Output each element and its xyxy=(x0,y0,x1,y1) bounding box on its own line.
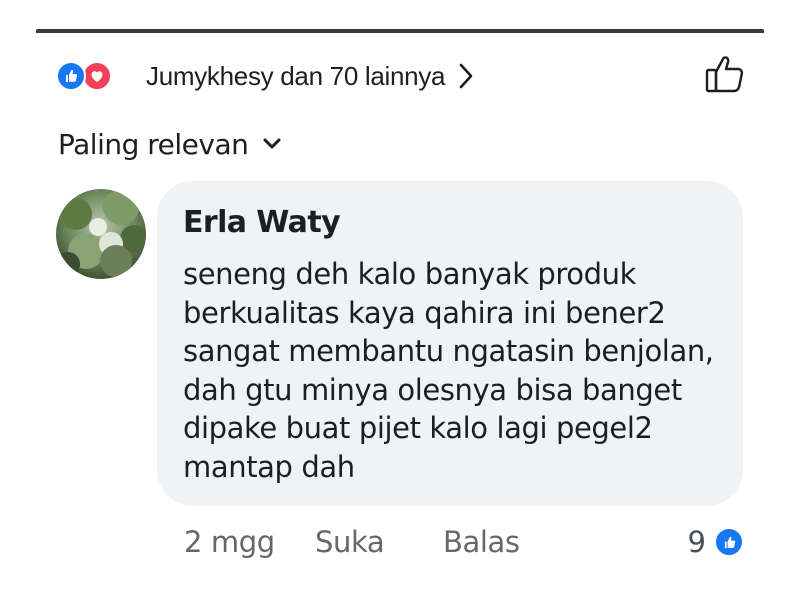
top-divider xyxy=(36,29,764,33)
like-reaction-icon xyxy=(714,527,744,557)
sort-dropdown[interactable]: Paling relevan xyxy=(58,124,282,164)
comment-line: mantap dah xyxy=(183,449,355,484)
reactions-summary-bar[interactable]: Jumykhesy dan 70 lainnya xyxy=(56,52,746,100)
like-button[interactable]: Suka xyxy=(315,525,443,559)
comment-bubble: Erla Waty seneng deh kalo banyak produk … xyxy=(157,181,743,506)
comment-line: berkualitas kaya qahira ini bener2 xyxy=(183,295,666,330)
reactors-label[interactable]: Jumykhesy dan 70 lainnya xyxy=(146,61,446,92)
comment-author[interactable]: Erla Waty xyxy=(183,203,719,243)
comment-reaction-count[interactable]: 9 xyxy=(688,520,744,564)
reaction-count-number: 9 xyxy=(687,525,706,559)
reply-button[interactable]: Balas xyxy=(443,525,520,559)
comment-actions: 2 mgg Suka Balas 9 xyxy=(184,520,744,564)
comment-line: dah gtu minya olesnya bisa banget xyxy=(183,372,682,407)
comment-line: sangat membantu ngatasin benjolan, xyxy=(183,334,714,369)
comment-text: seneng deh kalo banyak produk berkualita… xyxy=(183,255,719,487)
like-outline-icon[interactable] xyxy=(704,54,746,101)
like-reaction-icon xyxy=(56,61,86,91)
sort-label[interactable]: Paling relevan xyxy=(58,128,249,161)
chevron-right-icon[interactable] xyxy=(457,62,475,90)
avatar[interactable] xyxy=(56,189,146,279)
comment-screen: Jumykhesy dan 70 lainnya Paling relevan xyxy=(0,0,800,610)
comment-timestamp[interactable]: 2 mgg xyxy=(184,525,315,559)
chevron-down-icon[interactable] xyxy=(262,137,282,151)
comment-line: dipake buat pijet kalo lagi pegel2 xyxy=(183,411,653,446)
love-reaction-icon xyxy=(82,61,112,91)
reaction-icons xyxy=(56,61,122,91)
comment-line: seneng deh kalo banyak produk xyxy=(183,257,637,291)
